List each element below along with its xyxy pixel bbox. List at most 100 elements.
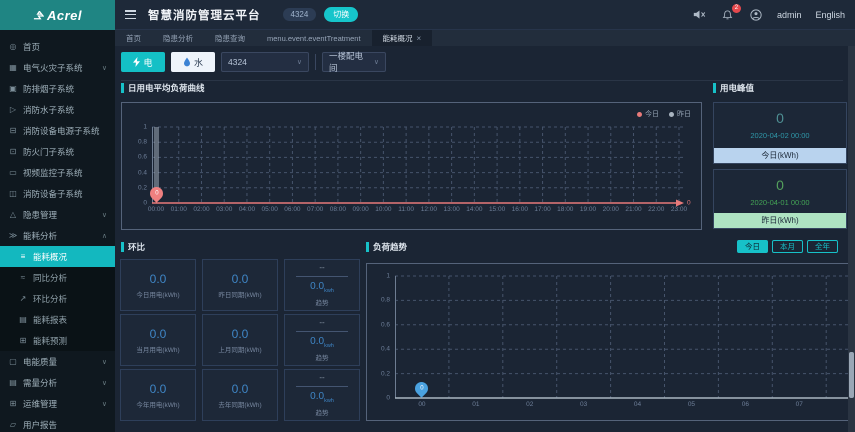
x-tick-label: 07 <box>795 401 803 408</box>
trend-unit: kwh <box>324 398 334 404</box>
water-drop-icon <box>183 57 190 67</box>
stat-value: 0.0 <box>231 271 249 286</box>
chevron-down-icon: ∨ <box>101 379 107 387</box>
peak-title-text: 用电峰值 <box>720 83 755 93</box>
tab-4[interactable]: 能耗概况 × <box>371 30 433 46</box>
video-monitor-icon: ▭ <box>9 168 17 177</box>
stat-label: 今年用电(kWh) <box>136 401 180 409</box>
sidebar-subitem-energy-report[interactable]: ▤ 能耗报表 <box>0 309 115 330</box>
sidebar-item-label: 消防设备电源子系统 <box>23 125 100 136</box>
axis-pointer-bar <box>153 127 159 189</box>
main-content: 电 水 4324 ∨ 一楼配电间 ∨ 日用电平均负荷曲线 今日 昨日 0 0.2 0 <box>115 46 855 432</box>
energy-icon: ≫ <box>8 231 18 240</box>
report-icon: ▤ <box>19 315 27 324</box>
room-select-value: 一楼配电间 <box>329 51 364 73</box>
sidebar-subitem-yoy-analysis[interactable]: ≈ 同比分析 <box>0 267 115 288</box>
peak-timestamp: 2020-04-01 00:00 <box>750 198 810 207</box>
sidebar-item-fire-door[interactable]: ⊡ 防火门子系统 <box>0 141 115 162</box>
load-trend-gridlines <box>395 275 855 399</box>
y-tick-label: 0.6 <box>137 153 147 161</box>
sidebar-item-smoke-control[interactable]: ▣ 防排烟子系统 <box>0 78 115 99</box>
y-tick-label: 1 <box>386 272 390 280</box>
switch-button[interactable]: 切换 <box>324 7 359 22</box>
trend-placeholder: -- <box>319 373 325 382</box>
sidebar-item-fire-power[interactable]: ⊟ 消防设备电源子系统 <box>0 120 115 141</box>
trend-arrow-icon: ↗ <box>19 294 27 303</box>
sidebar-item-video-monitor[interactable]: ▭ 视频监控子系统 <box>0 162 115 183</box>
x-tick-label: 10:00 <box>375 206 392 213</box>
station-select-value: 4324 <box>228 57 247 67</box>
hamburger-menu-icon[interactable] <box>125 10 136 19</box>
x-tick-label: 05:00 <box>261 206 278 213</box>
sidebar-item-energy-analysis[interactable]: ≫ 能耗分析 ∧ <box>0 225 115 246</box>
peak-card-today: 0 2020-04-02 00:00 今日(kWh) <box>713 102 847 164</box>
sidebar-item-label: 电气火灾子系统 <box>23 62 83 73</box>
water-filter-button[interactable]: 水 <box>171 52 215 72</box>
sidebar-menu: ◎ 首页 ▦ 电气火灾子系统 ∨ ▣ 防排烟子系统 ▷ 消防水子系统 ⊟ 消防设备电源子系统 ⊡ 防火门… <box>0 30 115 432</box>
user-avatar-icon[interactable] <box>749 8 763 21</box>
trend-label: 趋势 <box>315 410 329 417</box>
demand-icon: ▤ <box>9 378 17 387</box>
tab-3[interactable]: menu.event.eventTreatment <box>256 30 372 46</box>
mute-speaker-icon[interactable] <box>693 8 707 21</box>
sidebar-item-power-quality[interactable]: ▢ 电能质量 ∨ <box>0 351 115 372</box>
close-icon[interactable]: × <box>417 34 422 43</box>
electric-filter-button[interactable]: 电 <box>121 52 165 72</box>
sidebar-subitem-energy-overview[interactable]: ≡ 能耗概况 <box>0 246 115 267</box>
sidebar-item-label: 需量分析 <box>23 377 58 388</box>
sidebar-item-user-report[interactable]: ▱ 用户报告 <box>0 414 115 432</box>
trend-title-text: 负荷趋势 <box>373 242 408 252</box>
trend-unit: kwh <box>324 343 334 349</box>
daily-load-plot: 0 0.2 0.4 0.6 0.8 1 00:00 01:00 02:00 03:00 04:00 0… <box>138 124 691 214</box>
sidebar-item-maintenance[interactable]: ⊞ 运维管理 ∨ <box>0 393 115 414</box>
vertical-scrollbar[interactable] <box>848 46 855 432</box>
sidebar-submenu: ≡ 能耗概况 ≈ 同比分析 ↗ 环比分析 ▤ 能耗报表 ⊞ 能耗预测 <box>0 246 115 351</box>
stat-value: 0.0 <box>149 381 167 396</box>
trend-range-button-1[interactable]: 本月 <box>772 240 803 253</box>
sidebar-subitem-energy-forecast[interactable]: ⊞ 能耗预测 <box>0 330 115 351</box>
station-select[interactable]: 4324 ∨ <box>221 52 309 72</box>
sidebar-subitem-label: 环比分析 <box>33 293 68 304</box>
app-title: 智慧消防管理云平台 <box>148 9 261 22</box>
peak-value: 0 <box>776 177 784 193</box>
tab-1[interactable]: 隐患分析 <box>152 30 204 46</box>
sidebar-subitem-mom-analysis[interactable]: ↗ 环比分析 <box>0 288 115 309</box>
legend-item[interactable]: 今日 <box>637 109 659 119</box>
brand-logo[interactable]: Acrel <box>0 0 115 30</box>
y-tick-label: 0.8 <box>137 138 147 146</box>
filter-divider-rule <box>121 80 843 81</box>
room-select[interactable]: 一楼配电间 ∨ <box>322 51 386 73</box>
trend-range-button-2[interactable]: 全年 <box>807 240 838 253</box>
language-switcher[interactable]: English <box>815 10 845 20</box>
legend-item[interactable]: 昨日 <box>669 109 691 119</box>
tab-0[interactable]: 首页 <box>115 30 152 46</box>
sidebar-item-demand-analysis[interactable]: ▤ 需量分析 ∨ <box>0 372 115 393</box>
sidebar-item-home[interactable]: ◎ 首页 <box>0 36 115 57</box>
x-tick-label: 00 <box>418 401 426 408</box>
legend-label: 今日 <box>645 111 659 118</box>
maintenance-icon: ⊞ <box>9 399 17 408</box>
sidebar-item-electrical-fire[interactable]: ▦ 电气火灾子系统 ∨ <box>0 57 115 78</box>
forecast-icon: ⊞ <box>19 336 27 345</box>
stat-label: 今日用电(kWh) <box>136 291 180 299</box>
trend-range-button-0[interactable]: 今日 <box>737 240 768 253</box>
notification-bell-icon[interactable]: 2 <box>721 4 741 21</box>
sidebar-item-label: 电能质量 <box>23 356 58 367</box>
scrollbar-thumb[interactable] <box>849 352 854 398</box>
stat-value: 0.0 <box>231 381 249 396</box>
sidebar-item-label: 隐患管理 <box>23 209 58 220</box>
x-tick-label: 23:00 <box>670 206 688 213</box>
y-tick-label: 0.2 <box>380 370 390 378</box>
fire-power-icon: ⊟ <box>9 126 17 135</box>
x-tick-label: 08:00 <box>329 206 347 213</box>
tab-2[interactable]: 隐患查询 <box>204 30 256 46</box>
sidebar-item-fire-device[interactable]: ◫ 消防设备子系统 <box>0 183 115 204</box>
username[interactable]: admin <box>777 10 802 20</box>
chevron-up-icon: ∧ <box>101 232 107 240</box>
marker-value: 0 <box>420 385 424 392</box>
y-tick-label: 0 <box>386 394 390 402</box>
trend-divider <box>296 276 348 277</box>
x-tick-label: 07:00 <box>307 206 324 213</box>
sidebar-item-hazard-mgmt[interactable]: △ 隐患管理 ∨ <box>0 204 115 225</box>
sidebar-item-fire-water[interactable]: ▷ 消防水子系统 <box>0 99 115 120</box>
